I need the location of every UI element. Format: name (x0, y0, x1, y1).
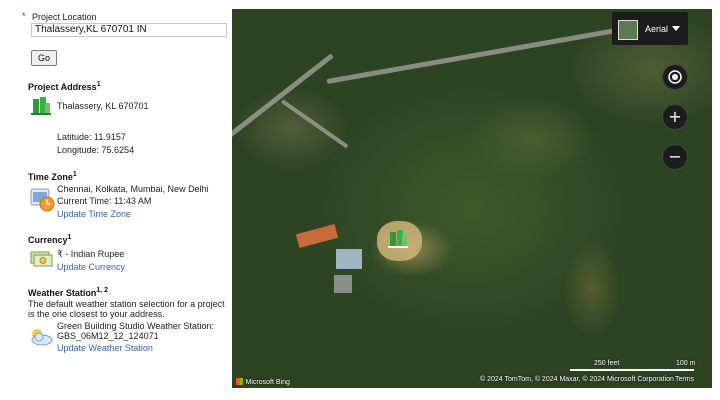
bing-logo: Microsoft Bing (236, 376, 290, 386)
map-terms-link[interactable]: Terms (675, 376, 694, 383)
scale-meter-label: 100 m (676, 360, 696, 367)
current-time-text: Current Time: 11:43 AM (57, 196, 152, 206)
scale-bar-meter (628, 369, 694, 371)
time-zone-list: Chennai, Kolkata, Mumbai, New Delhi (57, 184, 209, 194)
update-time-zone-link[interactable]: Update Time Zone (57, 209, 131, 219)
map-type-label: Aerial (645, 24, 669, 34)
weather-cloud-icon (31, 329, 53, 346)
aerial-thumbnail-icon (618, 20, 638, 40)
time-zone-heading: Time Zone1 (28, 171, 77, 182)
scale-feet-label: 250 feet (594, 360, 620, 367)
clock-icon (30, 188, 55, 212)
address-line: Thalassery, KL 670701 (57, 101, 149, 111)
minus-icon: − (668, 147, 682, 166)
project-location-label: Project Location (32, 12, 97, 22)
money-icon (30, 251, 53, 267)
map-type-selector[interactable]: Aerial (612, 12, 688, 45)
bing-brand-text: Microsoft Bing (245, 379, 290, 386)
weather-station-description: The default weather station selection fo… (28, 299, 225, 319)
rooftop (336, 249, 362, 269)
rooftop (295, 224, 339, 248)
weather-station-id: GBS_06M12_12_124071 (57, 331, 159, 341)
update-weather-station-link[interactable]: Update Weather Station (57, 343, 153, 353)
go-button[interactable]: Go (31, 50, 57, 66)
currency-heading: Currency1 (28, 234, 72, 245)
plus-icon: + (668, 107, 682, 126)
zoom-in-button[interactable]: + (662, 104, 688, 130)
project-settings-panel: * Project Location Thalassery,KL 670701 … (0, 0, 232, 400)
aerial-map[interactable]: Aerial + − 250 feet 100 m Microsoft Bing… (232, 9, 712, 388)
locate-me-button[interactable] (662, 64, 688, 90)
scale-bar-feet (570, 369, 636, 371)
project-address-heading: Project Address1 (28, 81, 101, 92)
chevron-down-icon (672, 26, 680, 31)
map-road (232, 53, 334, 144)
update-currency-link[interactable]: Update Currency (57, 262, 125, 272)
building-icon (31, 97, 51, 115)
map-road (280, 99, 349, 149)
zoom-out-button[interactable]: − (662, 144, 688, 170)
project-pin-icon[interactable] (387, 229, 409, 249)
project-location-input[interactable]: Thalassery,KL 670701 IN (31, 23, 227, 37)
rooftop (334, 275, 352, 293)
locate-icon (668, 70, 682, 84)
latitude-text: Latitude: 11.9157 (57, 132, 126, 142)
currency-value: ₹ - Indian Rupee (57, 249, 125, 259)
longitude-text: Longitude: 75.6254 (57, 145, 135, 155)
microsoft-logo-icon (236, 378, 243, 386)
weather-station-name: Green Building Studio Weather Station: (57, 321, 214, 331)
required-marker: * (22, 11, 26, 21)
map-copyright: © 2024 TomTom, © 2024 Maxar, © 2024 Micr… (480, 376, 674, 383)
weather-station-heading: Weather Station1, 2 (28, 287, 109, 298)
